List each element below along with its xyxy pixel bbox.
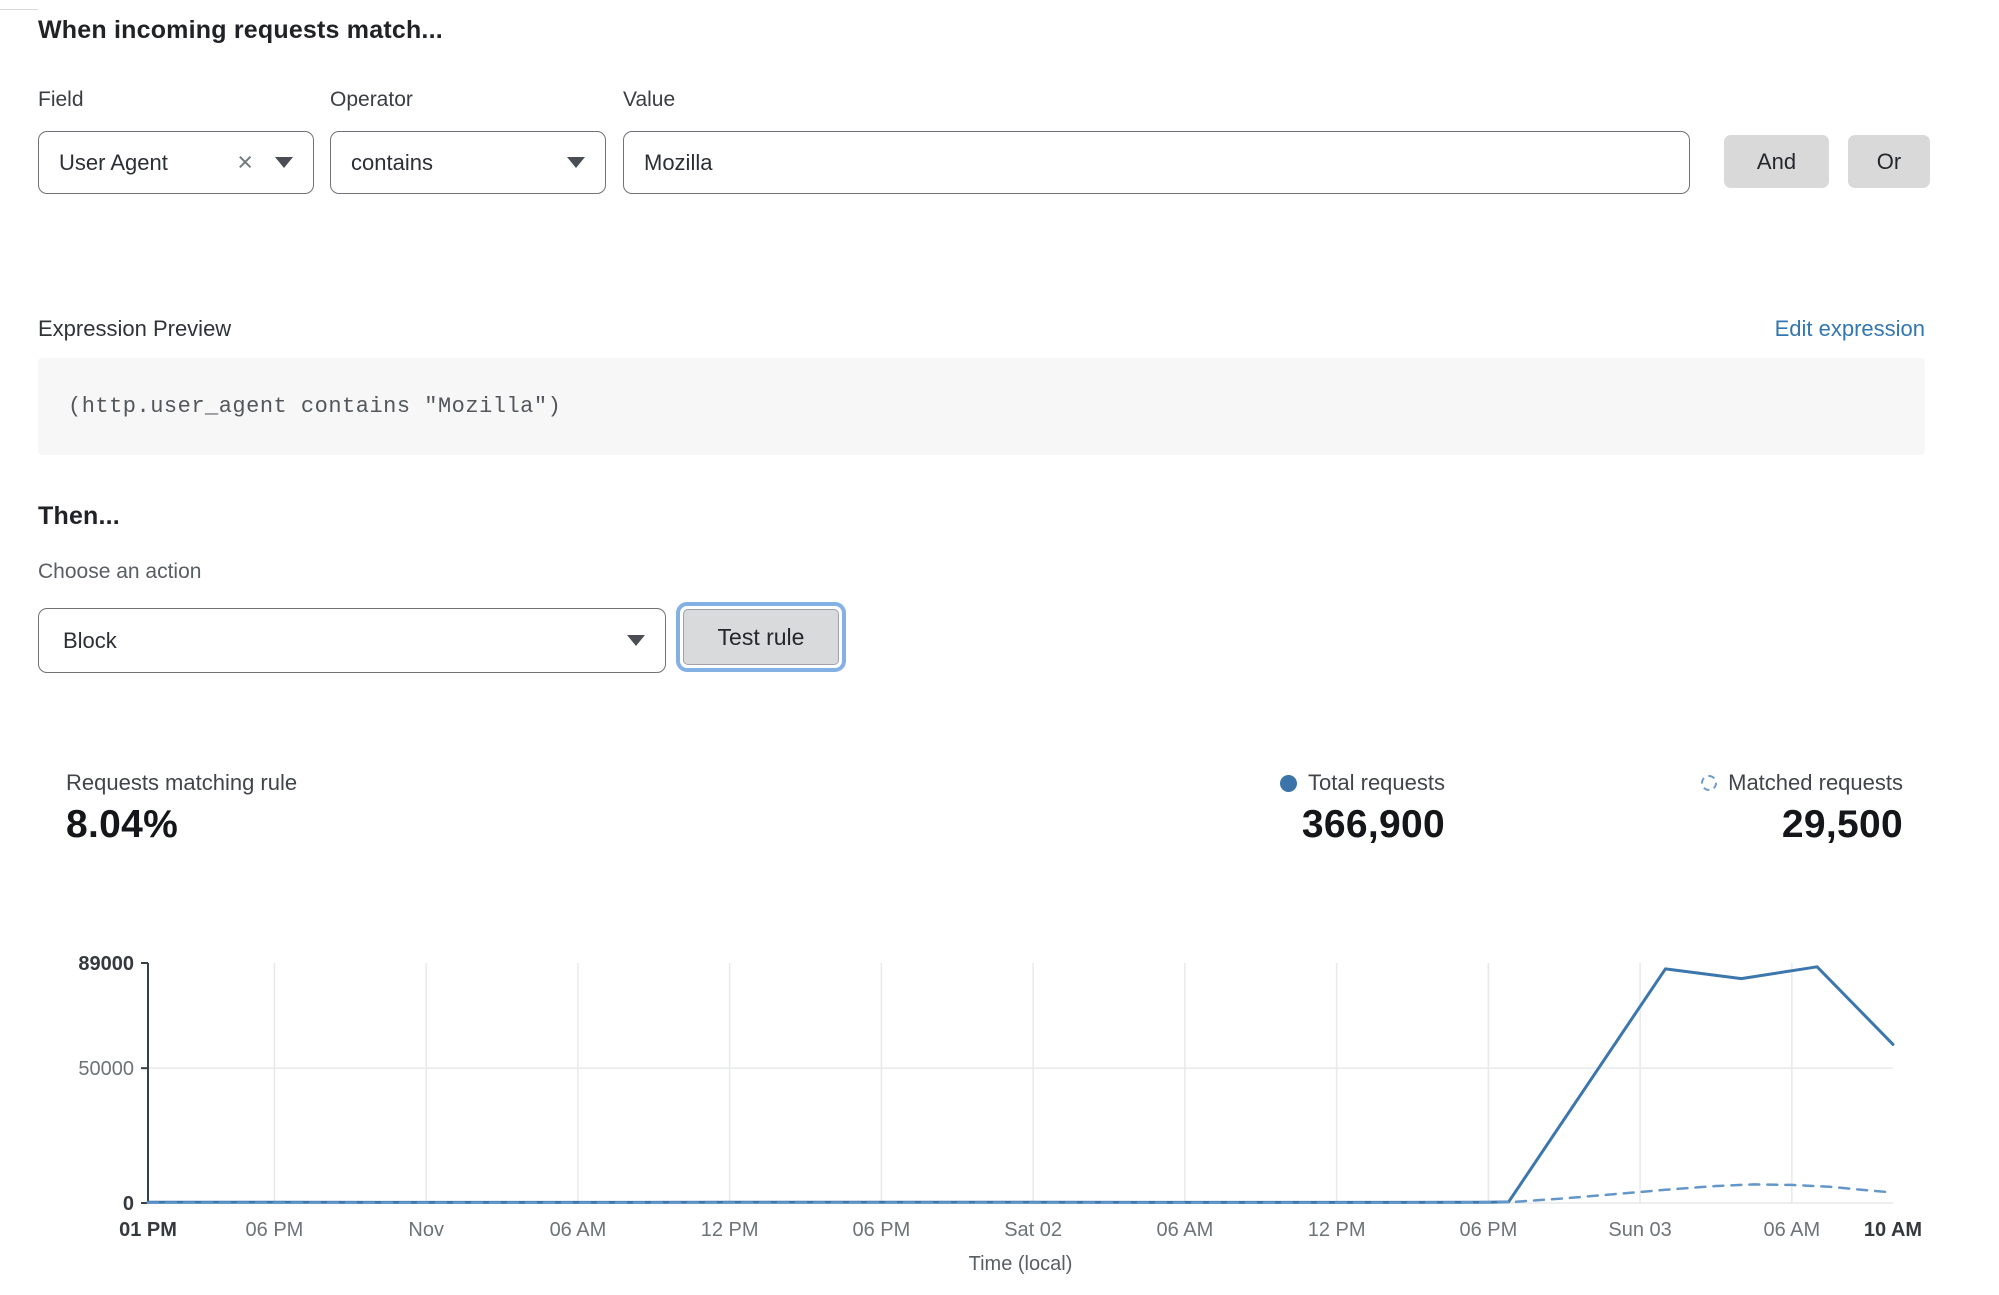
x-axis-tick-label: 06 PM xyxy=(246,1219,304,1241)
x-axis-tick-label: 12 PM xyxy=(1308,1219,1366,1241)
chevron-down-icon xyxy=(567,157,585,168)
x-axis-tick-label: Nov xyxy=(408,1219,444,1241)
matched-requests-circle-icon xyxy=(1701,775,1717,791)
x-axis-tick-label: 06 PM xyxy=(852,1219,910,1241)
expression-preview-box: (http.user_agent contains "Mozilla") xyxy=(38,358,1925,455)
clear-field-icon[interactable]: × xyxy=(237,149,253,176)
total-requests-line xyxy=(148,967,1893,1203)
x-axis-tick-label: 12 PM xyxy=(701,1219,759,1241)
matched-requests-value: 29,500 xyxy=(1701,803,1903,847)
chart-axis-labels: 0 50000 89000 01 PM 06 PM Nov 06 AM 12 PM 06 PM S… xyxy=(78,953,1922,1275)
edit-expression-link[interactable]: Edit expression xyxy=(1775,316,1925,342)
choose-action-label: Choose an action xyxy=(38,560,201,584)
total-requests-label: Total requests xyxy=(1308,770,1445,796)
x-axis-tick-label: 10 AM xyxy=(1864,1219,1922,1241)
match-section-heading: When incoming requests match... xyxy=(38,16,443,45)
y-axis-tick-label: 0 xyxy=(123,1193,134,1215)
requests-matching-label: Requests matching rule xyxy=(66,770,297,796)
field-select[interactable]: User Agent × xyxy=(38,131,314,194)
expression-preview-label: Expression Preview xyxy=(38,316,231,342)
and-button[interactable]: And xyxy=(1724,135,1829,188)
panel-corner-divider xyxy=(0,9,38,10)
x-axis-tick-label: 06 AM xyxy=(1763,1219,1820,1241)
value-input[interactable] xyxy=(623,131,1690,194)
expression-code: (http.user_agent contains "Mozilla") xyxy=(38,394,561,419)
matched-requests-line xyxy=(148,1184,1893,1202)
or-button[interactable]: Or xyxy=(1848,135,1930,188)
operator-select-value: contains xyxy=(331,150,567,176)
chevron-down-icon xyxy=(627,635,645,646)
x-axis-title: Time (local) xyxy=(969,1253,1073,1275)
total-requests-stat: Total requests 366,900 xyxy=(1280,770,1445,847)
action-select[interactable]: Block xyxy=(38,608,666,673)
x-axis-tick-label: Sat 02 xyxy=(1004,1219,1062,1241)
test-rule-button[interactable]: Test rule xyxy=(683,609,839,665)
then-section-heading: Then... xyxy=(38,502,120,531)
matched-requests-stat: Matched requests 29,500 xyxy=(1701,770,1903,847)
chart-series xyxy=(148,967,1893,1203)
x-axis-tick-label: 06 AM xyxy=(550,1219,607,1241)
operator-label: Operator xyxy=(330,88,413,112)
requests-chart: 0 50000 89000 01 PM 06 PM Nov 06 AM 12 PM 06 PM S… xyxy=(0,930,1999,1295)
matched-requests-label: Matched requests xyxy=(1728,770,1903,796)
requests-matching-value: 8.04% xyxy=(66,803,297,847)
chart-axes xyxy=(141,963,1893,1203)
x-axis-tick-label: 01 PM xyxy=(119,1219,177,1241)
operator-select[interactable]: contains xyxy=(330,131,606,194)
x-axis-tick-label: Sun 03 xyxy=(1608,1219,1671,1241)
total-requests-value: 366,900 xyxy=(1280,803,1445,847)
x-axis-tick-label: 06 AM xyxy=(1157,1219,1214,1241)
total-requests-dot-icon xyxy=(1280,775,1297,792)
chevron-down-icon xyxy=(275,157,293,168)
chart-gridlines xyxy=(148,963,1893,1203)
value-label: Value xyxy=(623,88,675,112)
field-select-value: User Agent xyxy=(39,150,237,176)
y-axis-tick-label: 50000 xyxy=(78,1058,134,1080)
rule-builder-page: When incoming requests match... Field Op… xyxy=(0,0,1999,1295)
y-axis-tick-label: 89000 xyxy=(78,953,134,975)
requests-matching-stat: Requests matching rule 8.04% xyxy=(66,770,297,847)
action-select-value: Block xyxy=(39,628,627,654)
x-axis-tick-label: 06 PM xyxy=(1459,1219,1517,1241)
test-rule-focus-ring: Test rule xyxy=(676,602,846,672)
field-label: Field xyxy=(38,88,84,112)
